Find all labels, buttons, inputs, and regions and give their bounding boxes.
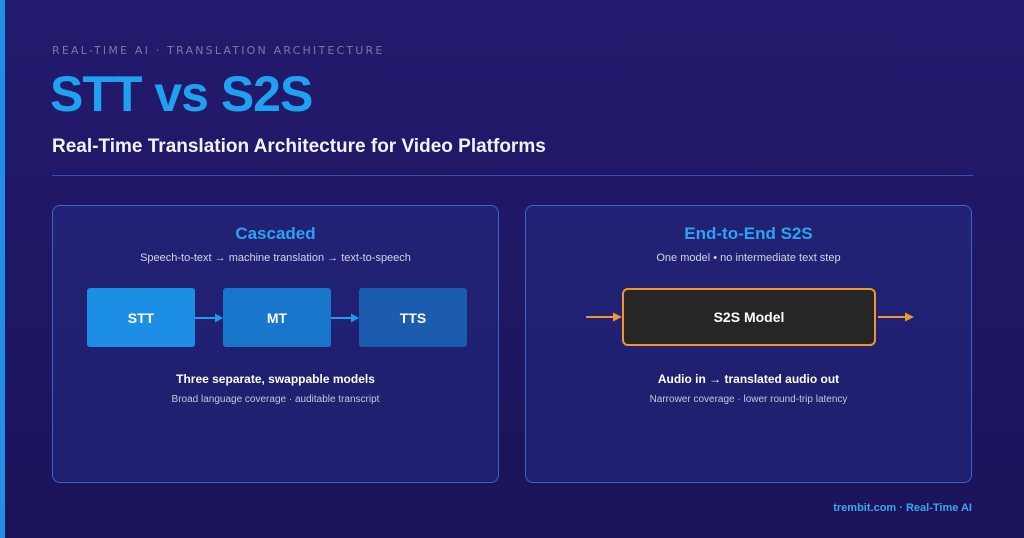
footer-credit[interactable]: trembit.com · Real-Time AI — [833, 502, 972, 514]
cascaded-panel: Cascaded Speech-to-text → machine transl… — [52, 205, 499, 483]
end-to-end-note: Narrower coverage · lower round-trip lat… — [649, 394, 848, 405]
cascaded-note: Broad language coverage · auditable tran… — [171, 394, 380, 405]
end-to-end-panel: End-to-End S2S One model • no intermedia… — [525, 205, 972, 483]
eyebrow-label: REAL-TIME AI · TRANSLATION ARCHITECTURE — [52, 44, 385, 57]
header-divider — [52, 175, 973, 176]
left-accent-bar — [0, 0, 5, 538]
stage-tts-box: TTS — [359, 288, 467, 347]
cascaded-summary: Three separate, swappable models — [176, 372, 375, 386]
arrow-mt-to-tts — [331, 313, 359, 323]
stage-mt-box: MT — [223, 288, 331, 347]
cascaded-title: Cascaded — [235, 224, 316, 243]
stage-stt-box: STT — [87, 288, 195, 347]
arrow-stt-to-mt — [195, 313, 223, 323]
end-to-end-description: One model • no intermediate text step — [656, 252, 841, 264]
cascaded-description: Speech-to-text → machine translation → t… — [140, 252, 411, 264]
audio-out-arrow — [878, 312, 914, 322]
end-to-end-summary: Audio in → translated audio out — [657, 372, 840, 386]
s2s-model-box: S2S Model — [622, 288, 876, 346]
page-subtitle: Real-Time Translation Architecture for V… — [52, 136, 546, 157]
end-to-end-title: End-to-End S2S — [684, 224, 813, 243]
audio-in-arrow — [586, 312, 622, 322]
page-title: STT vs S2S — [50, 66, 313, 122]
